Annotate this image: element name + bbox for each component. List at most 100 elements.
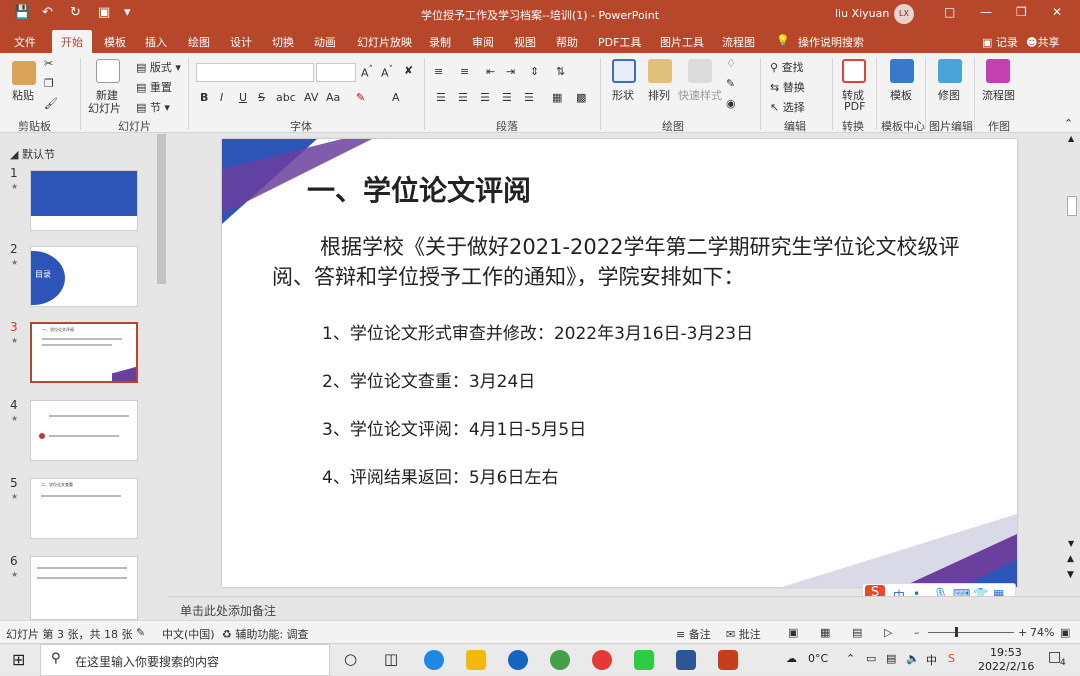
- thumbnail-scrollbar[interactable]: [155, 134, 168, 620]
- record-button[interactable]: ▣ 记录: [982, 34, 1018, 50]
- slide-thumbnail-6[interactable]: [30, 556, 138, 620]
- font-color-icon[interactable]: A: [392, 91, 400, 104]
- lark-icon[interactable]: [508, 650, 528, 670]
- align-left-icon[interactable]: ☰: [436, 91, 446, 104]
- slide-canvas[interactable]: 一、学位论文评阅 根据学校《关于做好2021-2022学年第二学期研究生学位论文…: [222, 139, 1017, 587]
- taskbar-search-box[interactable]: ⚲ 在这里输入你要搜索的内容: [40, 644, 330, 676]
- character-spacing-icon[interactable]: abc: [276, 91, 296, 104]
- chrome-icon[interactable]: [592, 650, 612, 670]
- weather-icon[interactable]: ☁: [786, 652, 797, 665]
- normal-view-icon[interactable]: ▣: [788, 626, 798, 639]
- tab-review[interactable]: 审阅: [472, 34, 494, 50]
- battery-icon[interactable]: ▭: [866, 652, 876, 665]
- new-slide-icon[interactable]: [96, 59, 120, 83]
- copy-icon[interactable]: ❐: [44, 77, 54, 90]
- slide-thumbnail-1[interactable]: [30, 170, 138, 231]
- maximize-icon[interactable]: ❐: [1016, 5, 1027, 19]
- zoom-slider-track[interactable]: [928, 632, 1014, 633]
- shape-effects-icon[interactable]: ◉: [726, 97, 736, 110]
- file-explorer-icon[interactable]: [466, 650, 486, 670]
- zoom-slider-thumb[interactable]: [955, 627, 958, 637]
- find-button[interactable]: ⚲ 查找: [770, 59, 804, 75]
- decrease-font-icon[interactable]: A˅: [381, 64, 393, 80]
- template-icon[interactable]: [890, 59, 914, 83]
- align-center-icon[interactable]: ☰: [458, 91, 468, 104]
- text-direction-icon[interactable]: ⇅: [556, 65, 565, 78]
- increase-indent-icon[interactable]: ⇥: [506, 65, 515, 78]
- change-case-icon[interactable]: AV: [304, 91, 318, 104]
- bullets-icon[interactable]: ≡: [434, 65, 443, 78]
- italic-icon[interactable]: I: [220, 91, 223, 104]
- highlight-icon[interactable]: ✎: [356, 91, 365, 104]
- avatar[interactable]: LX: [894, 4, 914, 24]
- arrange-button[interactable]: 排列: [648, 87, 670, 103]
- tab-pdf-tools[interactable]: PDF工具: [598, 34, 641, 50]
- slide-list-item[interactable]: 2、学位论文查重：3月24日: [322, 367, 535, 392]
- retouch-icon[interactable]: [938, 59, 962, 83]
- slide-thumbnail-3[interactable]: 一、学位论文评阅: [30, 322, 138, 383]
- scroll-up-icon[interactable]: ▲: [1068, 134, 1074, 143]
- comments-toggle[interactable]: ✉ 批注: [726, 626, 761, 642]
- new-slide-label-2[interactable]: 幻灯片: [88, 100, 121, 116]
- flowchart-button[interactable]: 流程图: [982, 87, 1015, 103]
- scroll-down-icon[interactable]: ▼: [1068, 539, 1074, 548]
- share-button[interactable]: ☻共享: [1026, 34, 1059, 50]
- replace-button[interactable]: ⇆ 替换: [770, 79, 805, 95]
- paste-button[interactable]: 粘贴: [12, 87, 34, 103]
- slide-sorter-icon[interactable]: ▦: [820, 626, 830, 639]
- network-icon[interactable]: ▤: [886, 652, 896, 665]
- close-icon[interactable]: ✕: [1052, 5, 1062, 19]
- section-header[interactable]: ◢ 默认节: [10, 146, 55, 162]
- cut-icon[interactable]: ✂: [44, 57, 53, 70]
- shape-outline-icon[interactable]: ✎: [726, 77, 735, 90]
- taskbar-search-placeholder[interactable]: 在这里输入你要搜索的内容: [75, 653, 219, 670]
- powerpoint-icon[interactable]: [718, 650, 738, 670]
- slide-thumbnail-4[interactable]: [30, 400, 138, 461]
- quick-styles-button[interactable]: 快速样式: [678, 87, 722, 103]
- tab-template[interactable]: 模板: [104, 34, 126, 50]
- quick-styles-icon[interactable]: [688, 59, 712, 83]
- tab-help[interactable]: 帮助: [556, 34, 578, 50]
- browser-360-icon[interactable]: [550, 650, 570, 670]
- scrollbar-thumb[interactable]: [157, 134, 166, 284]
- minimize-icon[interactable]: —: [980, 5, 992, 19]
- bold-icon[interactable]: B: [200, 91, 208, 104]
- numbering-icon[interactable]: ≡: [460, 65, 469, 78]
- slide-title[interactable]: 一、学位论文评阅: [307, 169, 531, 209]
- language-indicator[interactable]: 中文(中国): [162, 626, 215, 642]
- font-size-combo[interactable]: [316, 63, 356, 82]
- wechat-icon[interactable]: [634, 650, 654, 670]
- slide-intro-text[interactable]: 根据学校《关于做好2021-2022学年第二学期研究生学位论文校级评阅、答辩和学…: [272, 232, 972, 292]
- select-button[interactable]: ↖ 选择: [770, 99, 805, 115]
- retouch-button[interactable]: 修图: [938, 87, 960, 103]
- slide-list-item[interactable]: 4、评阅结果返回：5月6日左右: [322, 463, 558, 488]
- volume-icon[interactable]: 🔈: [906, 652, 920, 665]
- increase-font-icon[interactable]: A˄: [361, 64, 373, 80]
- sogou-tray-icon[interactable]: S: [948, 652, 955, 665]
- tell-me-search[interactable]: 操作说明搜索: [798, 34, 864, 50]
- section-button[interactable]: ▤ 节 ▾: [136, 99, 170, 115]
- text-shadow-icon[interactable]: Aa: [326, 91, 340, 104]
- tab-file[interactable]: 文件: [14, 34, 36, 50]
- flowchart-icon[interactable]: [986, 59, 1010, 83]
- clock-date[interactable]: 2022/2/16: [978, 660, 1034, 673]
- shapes-button[interactable]: 形状: [612, 87, 634, 103]
- cortana-icon[interactable]: ○: [344, 650, 357, 668]
- next-slide-icon[interactable]: ▼: [1067, 570, 1074, 580]
- justify-icon[interactable]: ☰: [502, 91, 512, 104]
- show-hidden-icons-icon[interactable]: ⌃: [846, 652, 855, 665]
- shapes-icon[interactable]: [612, 59, 636, 83]
- previous-slide-icon[interactable]: ▲: [1067, 554, 1074, 564]
- word-icon[interactable]: [676, 650, 696, 670]
- tab-record[interactable]: 录制: [429, 34, 451, 50]
- tab-picture-tools[interactable]: 图片工具: [660, 34, 704, 50]
- underline-icon[interactable]: U: [239, 91, 247, 104]
- layout-button[interactable]: ▤ 版式 ▾: [136, 59, 181, 75]
- notes-placeholder[interactable]: 单击此处添加备注: [180, 602, 276, 619]
- tab-transitions[interactable]: 切换: [272, 34, 294, 50]
- weather-temperature[interactable]: 0°C: [808, 652, 828, 665]
- arrange-icon[interactable]: [648, 59, 672, 83]
- slide-scrollbar[interactable]: ▲ ▼ ▲ ▼: [1064, 134, 1080, 596]
- reading-view-icon[interactable]: ▤: [852, 626, 862, 639]
- tab-home[interactable]: 开始: [52, 30, 92, 53]
